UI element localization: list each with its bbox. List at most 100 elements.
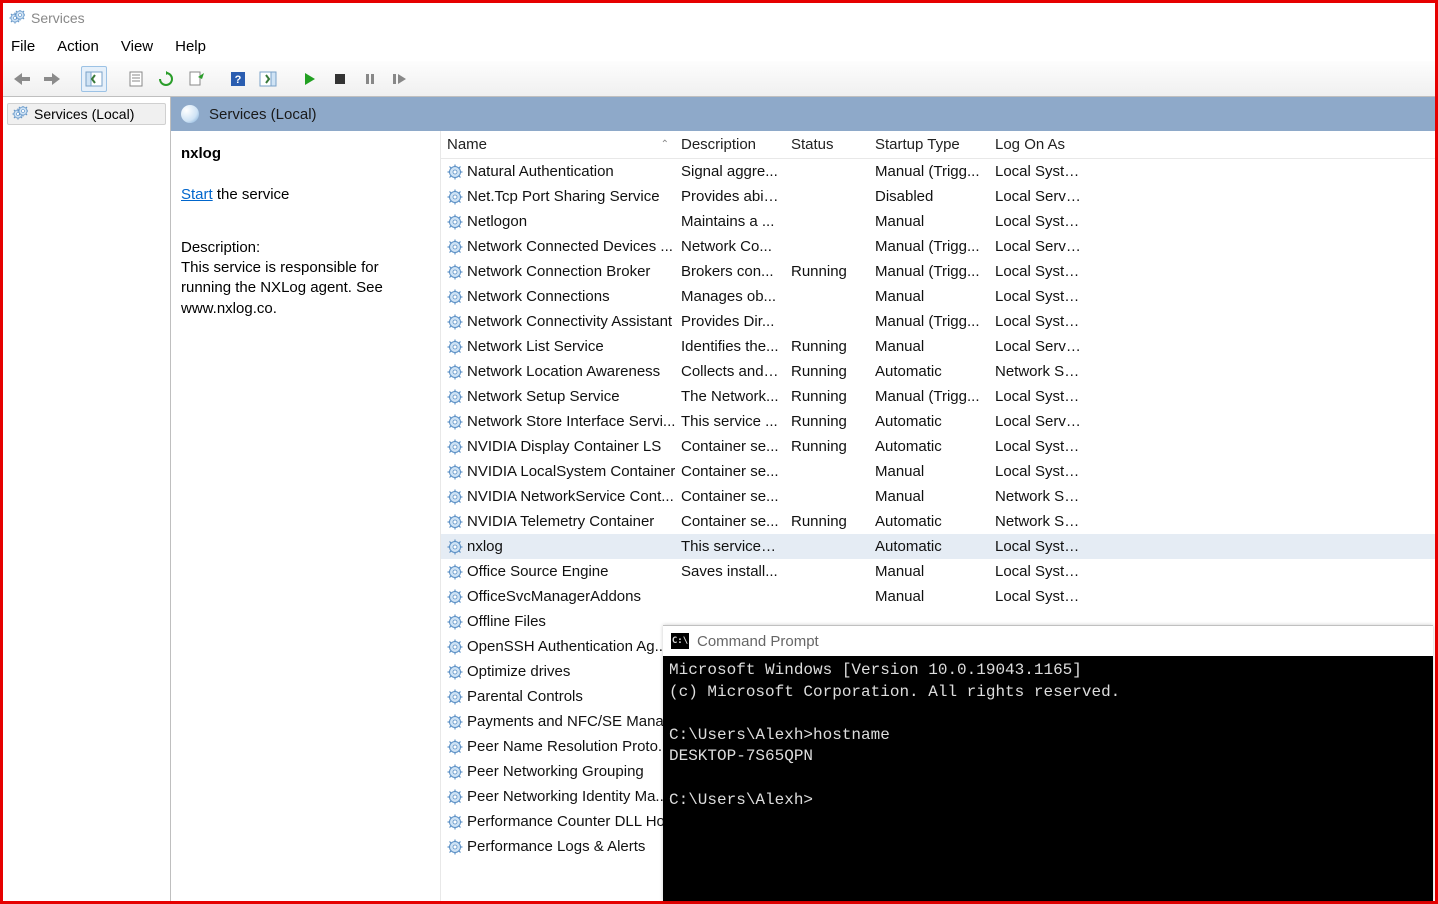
service-description: Container se... [675, 513, 785, 530]
help-button[interactable]: ? [225, 66, 251, 92]
service-name: Network Connected Devices ... [467, 238, 673, 255]
start-service-button[interactable] [297, 66, 323, 92]
service-row[interactable]: Network Connected Devices ...Network Co.… [441, 234, 1435, 259]
service-name: Network Location Awareness [467, 363, 660, 380]
list-header: Name ⌃ Description Status Startup Type L… [441, 131, 1435, 159]
services-tree-icon [12, 106, 28, 122]
service-row[interactable]: nxlogThis service i...AutomaticLocal Sys… [441, 534, 1435, 559]
service-status: Running [785, 388, 869, 405]
service-row[interactable]: Natural AuthenticationSignal aggre...Man… [441, 159, 1435, 184]
tree-root-label: Services (Local) [34, 106, 134, 122]
service-row[interactable]: Network Connectivity AssistantProvides D… [441, 309, 1435, 334]
description-label: Description: [181, 239, 430, 256]
show-hide-action-pane-button[interactable] [255, 66, 281, 92]
restart-service-button[interactable] [387, 66, 413, 92]
service-row[interactable]: Office Source EngineSaves install...Manu… [441, 559, 1435, 584]
command-prompt-window[interactable]: C:\ Command Prompt Microsoft Windows [Ve… [663, 625, 1433, 901]
service-name: Peer Name Resolution Proto... [467, 738, 670, 755]
sort-ascending-icon: ⌃ [661, 139, 669, 150]
service-row[interactable]: NVIDIA Display Container LS Container se.… [441, 434, 1435, 459]
col-startup-type[interactable]: Startup Type [869, 136, 989, 153]
service-name: OpenSSH Authentication Ag... [467, 638, 667, 655]
service-row[interactable]: NVIDIA NetworkService Cont...Container s… [441, 484, 1435, 509]
service-row[interactable]: Network Location Awareness Collects and .… [441, 359, 1435, 384]
menu-help[interactable]: Help [175, 38, 206, 55]
service-name: Net.Tcp Port Sharing Service [467, 188, 660, 205]
svg-text:?: ? [235, 74, 242, 86]
col-description[interactable]: Description [675, 136, 785, 153]
service-log-on-as: Network Se... [989, 488, 1089, 505]
refresh-button[interactable] [153, 66, 179, 92]
forward-button[interactable] [39, 66, 65, 92]
service-description: Network Co... [675, 238, 785, 255]
services-app-icon [9, 10, 25, 26]
service-name: OfficeSvcManagerAddons [467, 588, 641, 605]
service-name: Network Setup Service [467, 388, 620, 405]
col-log-on-as[interactable]: Log On As [989, 136, 1089, 153]
command-prompt-titlebar[interactable]: C:\ Command Prompt [663, 626, 1433, 656]
service-startup-type: Automatic [869, 413, 989, 430]
gear-icon [447, 464, 463, 480]
back-button[interactable] [9, 66, 35, 92]
service-name: Performance Logs & Alerts [467, 838, 645, 855]
service-name: Peer Networking Grouping [467, 763, 644, 780]
service-row[interactable]: OfficeSvcManagerAddonsManualLocal System [441, 584, 1435, 609]
start-service-line: Start the service [181, 186, 430, 203]
pause-service-button[interactable] [357, 66, 383, 92]
export-list-button[interactable] [183, 66, 209, 92]
detail-pane: nxlog Start the service Description: Thi… [171, 131, 441, 901]
service-name: NVIDIA Display Container LS [467, 438, 661, 455]
tree-pane: Services (Local) [3, 97, 171, 901]
show-hide-tree-button[interactable] [81, 66, 107, 92]
service-row[interactable]: NetlogonMaintains a ...ManualLocal Syste… [441, 209, 1435, 234]
service-description: Signal aggre... [675, 163, 785, 180]
service-status: Running [785, 413, 869, 430]
service-name: Network Connectivity Assistant [467, 313, 672, 330]
service-row[interactable]: Network ConnectionsManages ob...ManualLo… [441, 284, 1435, 309]
service-startup-type: Manual [869, 563, 989, 580]
gear-icon [447, 764, 463, 780]
menu-action[interactable]: Action [57, 38, 99, 55]
service-startup-type: Manual (Trigg... [869, 313, 989, 330]
col-name[interactable]: Name ⌃ [441, 136, 675, 153]
menu-view[interactable]: View [121, 38, 153, 55]
service-log-on-as: Local System [989, 313, 1089, 330]
gear-icon [447, 489, 463, 505]
service-row[interactable]: Net.Tcp Port Sharing ServiceProvides abi… [441, 184, 1435, 209]
properties-button[interactable] [123, 66, 149, 92]
service-status: Running [785, 363, 869, 380]
service-name: Network Connection Broker [467, 263, 650, 280]
service-description: This service i... [675, 538, 785, 555]
service-row[interactable]: Network Connection BrokerBrokers con...R… [441, 259, 1435, 284]
gear-icon [447, 414, 463, 430]
service-description: Identifies the... [675, 338, 785, 355]
menu-file[interactable]: File [11, 38, 35, 55]
service-row[interactable]: NVIDIA Telemetry ContainerContainer se..… [441, 509, 1435, 534]
col-status[interactable]: Status [785, 136, 869, 153]
service-log-on-as: Local Service [989, 338, 1089, 355]
service-row[interactable]: Network Store Interface Servi...This ser… [441, 409, 1435, 434]
service-name: Offline Files [467, 613, 546, 630]
service-row[interactable]: Network Setup ServiceThe Network...Runni… [441, 384, 1435, 409]
service-log-on-as: Network Se... [989, 363, 1089, 380]
command-prompt-output[interactable]: Microsoft Windows [Version 10.0.19043.11… [663, 656, 1433, 901]
gear-icon [447, 614, 463, 630]
window-titlebar: Services [3, 3, 1435, 33]
service-log-on-as: Local System [989, 563, 1089, 580]
service-description: Container se... [675, 438, 785, 455]
start-service-link[interactable]: Start [181, 186, 213, 203]
service-name: Office Source Engine [467, 563, 608, 580]
service-startup-type: Manual (Trigg... [869, 163, 989, 180]
service-description: Collects and ... [675, 363, 785, 380]
service-row[interactable]: NVIDIA LocalSystem ContainerContainer se… [441, 459, 1435, 484]
gear-icon [447, 664, 463, 680]
service-startup-type: Manual (Trigg... [869, 238, 989, 255]
service-description: Container se... [675, 488, 785, 505]
stop-service-button[interactable] [327, 66, 353, 92]
service-row[interactable]: Network List ServiceIdentifies the...Run… [441, 334, 1435, 359]
tree-root-item[interactable]: Services (Local) [7, 103, 166, 125]
gear-icon [447, 339, 463, 355]
service-startup-type: Manual (Trigg... [869, 388, 989, 405]
gear-icon [447, 289, 463, 305]
service-name: Network Connections [467, 288, 610, 305]
